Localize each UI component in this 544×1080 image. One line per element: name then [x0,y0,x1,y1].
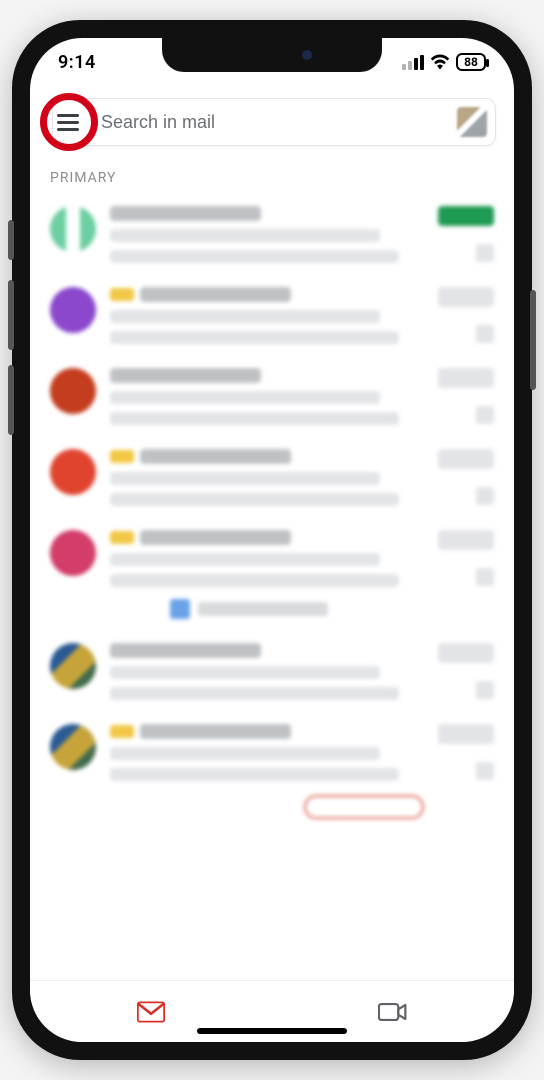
email-meta [438,643,494,700]
email-meta [438,287,494,344]
mail-icon [137,1001,165,1023]
email-label [438,530,494,550]
email-preview [110,724,424,819]
email-row[interactable] [44,277,500,358]
email-meta [438,449,494,506]
star-icon[interactable] [476,244,494,262]
email-row[interactable] [44,520,500,633]
email-preview [110,368,424,425]
search-bar[interactable] [52,98,496,146]
email-label [438,368,494,388]
importance-marker-icon [110,450,134,463]
star-icon[interactable] [476,406,494,424]
email-preview [110,643,424,700]
star-icon[interactable] [476,681,494,699]
email-preview [110,449,424,506]
search-input[interactable] [101,112,449,133]
email-label [438,449,494,469]
email-row[interactable] [44,196,500,277]
email-label [438,724,494,744]
email-list[interactable] [30,196,514,980]
email-label [438,287,494,307]
cellular-icon [402,55,424,70]
importance-marker-icon [110,725,134,738]
email-meta [438,206,494,263]
sender-avatar [50,206,96,252]
sender-avatar [50,368,96,414]
home-indicator[interactable] [197,1028,347,1034]
battery-icon: 88 [456,53,486,71]
sender-avatar [50,643,96,689]
email-label [438,206,494,226]
sender-avatar [50,724,96,770]
attachment-chip[interactable] [170,599,424,619]
email-row[interactable] [44,358,500,439]
email-label [438,643,494,663]
sender-avatar [50,449,96,495]
star-icon[interactable] [476,568,494,586]
email-meta [438,724,494,819]
star-icon[interactable] [476,325,494,343]
email-row[interactable] [44,714,500,833]
tab-meet[interactable] [272,1001,514,1023]
action-button[interactable] [304,795,424,819]
email-row[interactable] [44,633,500,714]
star-icon[interactable] [476,762,494,780]
email-preview [110,206,424,263]
account-avatar[interactable] [457,107,487,137]
video-camera-icon [378,1001,408,1023]
status-time: 9:14 [58,52,96,73]
sender-avatar [50,530,96,576]
email-preview [110,287,424,344]
email-row[interactable] [44,439,500,520]
tab-mail[interactable] [30,1001,272,1023]
importance-marker-icon [110,288,134,301]
email-meta [438,530,494,619]
email-meta [438,368,494,425]
star-icon[interactable] [476,487,494,505]
email-preview [110,530,424,619]
importance-marker-icon [110,531,134,544]
sender-avatar [50,287,96,333]
section-label-primary: PRIMARY [50,170,494,186]
menu-icon[interactable] [48,102,88,142]
device-notch [162,38,382,72]
wifi-icon [430,54,450,70]
